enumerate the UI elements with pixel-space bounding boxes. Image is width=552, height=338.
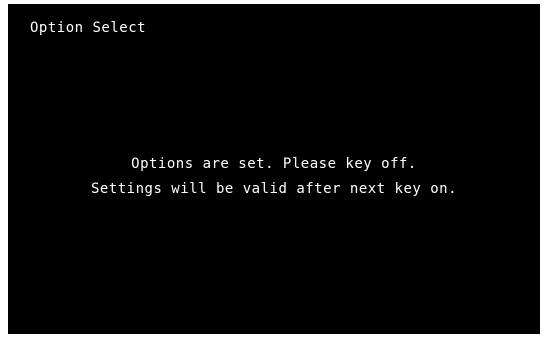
message-line-valid-after: Settings will be valid after next key on… [90,181,458,197]
status-message: Options are set. Please key off. Setting… [8,152,540,202]
display-screen: Option Select Options are set. Please ke… [8,4,540,334]
screen-title: Option Select [30,20,147,36]
message-line-key-off: Options are set. Please key off. [131,156,417,172]
